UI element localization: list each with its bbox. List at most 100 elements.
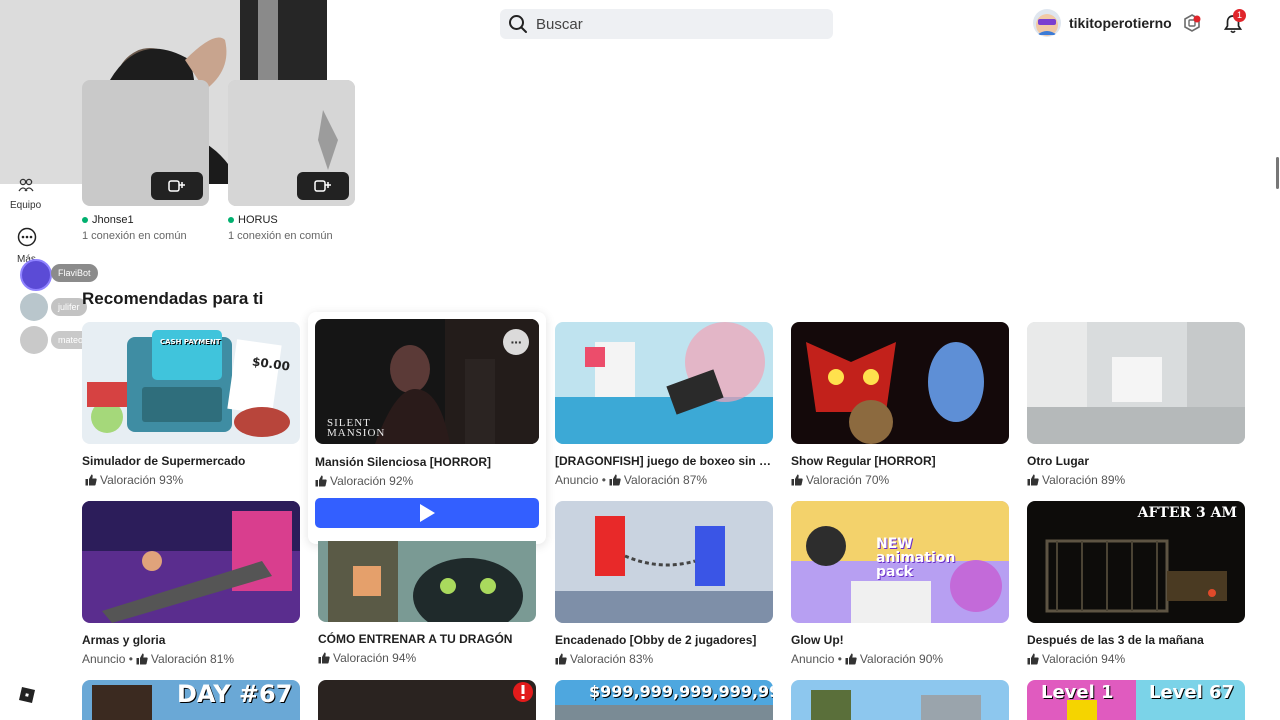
play-icon	[420, 504, 435, 522]
game-tile[interactable]	[318, 680, 536, 720]
game-tile[interactable]: CÓMO ENTRENAR A TU DRAGÓN Valoración 94%	[318, 541, 536, 665]
play-button[interactable]	[315, 498, 539, 528]
more-icon[interactable]	[17, 227, 37, 247]
game-thumbnail	[555, 322, 773, 444]
game-tile[interactable]	[791, 680, 1009, 720]
game-thumbnail: AFTER 3 AM	[1027, 501, 1245, 623]
add-friend-icon	[314, 180, 331, 192]
thumbs-up-icon	[555, 653, 567, 665]
game-tile[interactable]: $999,999,999,999,999	[555, 680, 773, 720]
thumb-text: SILENT MANSION	[327, 417, 386, 439]
thumbs-up-icon	[845, 653, 857, 665]
thumbs-up-icon	[609, 474, 621, 486]
game-tile[interactable]: Armas y gloria Anuncio • Valoración 81%	[82, 501, 300, 666]
connection-card-jhonse1[interactable]	[82, 80, 209, 206]
team-icon[interactable]	[18, 178, 34, 192]
game-rating: Valoración 93%	[82, 473, 300, 487]
sidebar-item-team[interactable]: Equipo	[10, 200, 41, 211]
game-tile[interactable]: [DRAGONFISH] juego de boxeo sin tít... A…	[555, 322, 773, 487]
game-title: Otro Lugar	[1027, 454, 1089, 468]
game-rating: Anuncio • Valoración 81%	[82, 652, 235, 666]
join-button[interactable]	[297, 172, 349, 200]
friend-avatar[interactable]	[20, 293, 48, 321]
game-tile[interactable]: AFTER 3 AM Después de las 3 de la mañana…	[1027, 501, 1245, 666]
game-title: Armas y gloria	[82, 633, 166, 647]
game-thumbnail: $999,999,999,999,999	[555, 680, 773, 720]
thumb-text: Level 67	[1149, 682, 1235, 703]
thumb-text: Level 1	[1041, 682, 1114, 703]
friend-name-pill[interactable]: FlaviBot	[51, 264, 98, 282]
game-tile[interactable]: Encadenado [Obby de 2 jugadores] Valorac…	[555, 501, 773, 666]
thumbs-up-icon	[315, 475, 327, 487]
username[interactable]: tikitoperotierno	[1069, 15, 1172, 31]
online-indicator	[228, 217, 234, 223]
search-bar[interactable]	[500, 9, 833, 39]
game-rating: Valoración 94%	[1027, 652, 1245, 666]
game-tile[interactable]: DAY #67	[82, 680, 300, 720]
more-options-button[interactable]: ···	[503, 329, 529, 355]
game-title: [DRAGONFISH] juego de boxeo sin tít...	[555, 454, 773, 468]
connection-name[interactable]: Jhonse1	[82, 214, 134, 226]
section-title: Recomendadas para ti	[82, 289, 264, 308]
page-scrollbar[interactable]	[1276, 157, 1279, 189]
game-tile-hovered[interactable]: SILENT MANSION ··· Mansión Silenciosa [HO…	[315, 319, 539, 488]
add-friend-icon	[168, 180, 185, 192]
game-tile[interactable]: NEW animation pack Glow Up! Anuncio • Val…	[791, 501, 1009, 666]
robux-icon[interactable]	[1183, 14, 1201, 32]
online-indicator	[82, 217, 88, 223]
game-thumbnail: SILENT MANSION ···	[315, 319, 539, 444]
thumb-text: AFTER 3 AM	[1137, 505, 1237, 521]
game-thumbnail	[1027, 322, 1245, 444]
game-tile[interactable]: Otro Lugar Valoración 89%	[1027, 322, 1245, 487]
thumbs-up-icon	[136, 653, 148, 665]
game-thumbnail	[555, 501, 773, 623]
game-title: Mansión Silenciosa [HORROR]	[315, 455, 492, 469]
game-thumbnail	[318, 680, 536, 720]
game-rating: Valoración 70%	[791, 473, 1009, 487]
game-rating: Valoración 83%	[555, 652, 773, 666]
game-title: Glow Up!	[791, 633, 844, 647]
game-title: Simulador de Supermercado	[82, 454, 246, 468]
game-thumbnail	[791, 322, 1009, 444]
friend-avatar[interactable]	[20, 326, 48, 354]
game-rating: Valoración 92%	[315, 474, 539, 488]
connection-name[interactable]: HORUS	[228, 214, 278, 226]
roblox-logo-icon[interactable]	[18, 686, 36, 704]
connection-card-horus[interactable]	[228, 80, 355, 206]
game-tile[interactable]: Level 1 Level 67	[1027, 680, 1245, 720]
game-tile[interactable]: CASH PAYMENT $0.00 Simulador de Supermer…	[82, 322, 300, 487]
search-icon	[509, 15, 527, 33]
thumb-text: $999,999,999,999,999	[589, 682, 773, 701]
game-rating: Anuncio • Valoración 87%	[555, 473, 708, 487]
thumbs-up-icon	[791, 474, 803, 486]
game-thumbnail	[82, 501, 300, 623]
join-button[interactable]	[151, 172, 203, 200]
connection-mutual: 1 conexión en común	[228, 230, 333, 242]
friend-avatar[interactable]	[20, 259, 52, 291]
thumbs-up-icon	[1027, 653, 1039, 665]
thumb-text: CASH PAYMENT	[160, 338, 221, 346]
game-title: Show Regular [HORROR]	[791, 454, 936, 468]
search-input[interactable]	[534, 14, 818, 34]
game-thumbnail: NEW animation pack	[791, 501, 1009, 623]
game-rating: Anuncio • Valoración 90%	[791, 652, 944, 666]
thumbs-up-icon	[85, 474, 97, 486]
avatar-image	[1036, 14, 1058, 36]
game-thumbnail: CASH PAYMENT $0.00	[82, 322, 300, 444]
thumb-text: DAY #67	[177, 680, 293, 708]
game-thumbnail: DAY #67	[82, 680, 300, 720]
game-rating: Valoración 89%	[1027, 473, 1245, 487]
game-title: CÓMO ENTRENAR A TU DRAGÓN	[318, 632, 513, 646]
game-tile[interactable]: Show Regular [HORROR] Valoración 70%	[791, 322, 1009, 487]
avatar[interactable]	[1033, 9, 1061, 37]
connection-mutual: 1 conexión en común	[82, 230, 187, 242]
game-thumbnail: Level 1 Level 67	[1027, 680, 1245, 720]
thumb-text: NEW animation pack	[876, 536, 956, 580]
thumbs-up-icon	[318, 652, 330, 664]
game-thumbnail	[791, 680, 1009, 720]
game-thumbnail	[318, 541, 536, 622]
game-title: Encadenado [Obby de 2 jugadores]	[555, 633, 757, 647]
thumbs-up-icon	[1027, 474, 1039, 486]
notification-badge: 1	[1233, 9, 1246, 22]
game-rating: Valoración 94%	[318, 651, 536, 665]
